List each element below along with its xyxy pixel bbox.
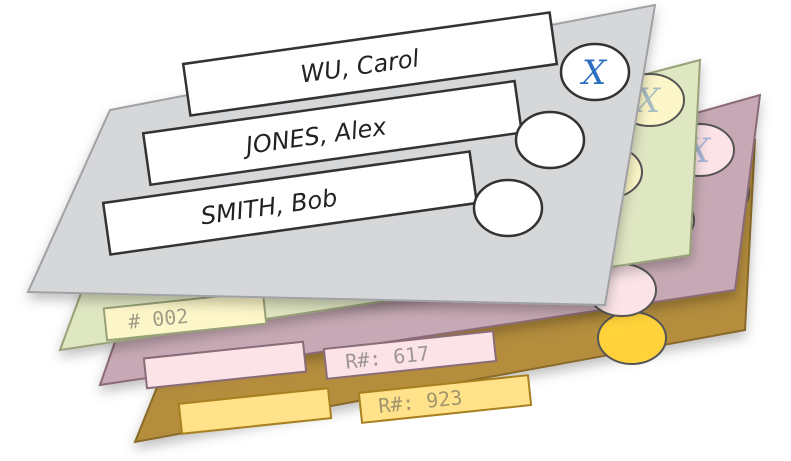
vote-bubble [472, 178, 544, 238]
ballot-layer-top: WU, Carol JONES, Alex SMITH, Bob X [26, 3, 657, 307]
vote-bubble [597, 311, 667, 365]
vote-bubble [514, 110, 586, 170]
ballot-stack-diagram: R#: 923 R#: 617 X # 002 X WU, Carol JONE… [0, 0, 791, 456]
vote-mark-icon: X [579, 53, 608, 93]
